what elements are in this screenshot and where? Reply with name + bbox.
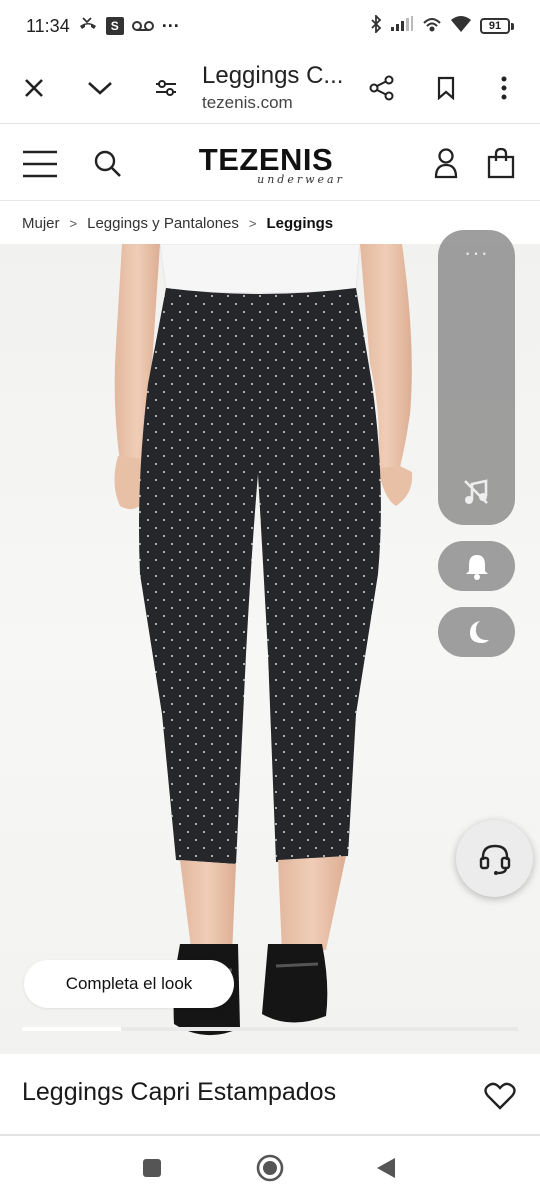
night-mode-button[interactable]: [438, 607, 515, 657]
status-bar: 11:34 S ··· 91: [0, 0, 540, 52]
bluetooth-icon: [370, 13, 382, 38]
account-button[interactable]: [432, 147, 460, 179]
url-block[interactable]: Leggings C... tezenis.com: [192, 62, 356, 113]
breadcrumb: Mujer > Leggings y Pantalones > Leggings: [22, 212, 333, 234]
page-title: Leggings C...: [202, 62, 344, 89]
hotspot-icon: [422, 15, 442, 38]
cart-button[interactable]: [486, 147, 516, 179]
share-button[interactable]: [356, 62, 408, 114]
s-app-icon: S: [105, 17, 124, 35]
home-circle-icon: [256, 1154, 284, 1182]
bookmark-button[interactable]: [420, 62, 472, 114]
moon-icon: [469, 621, 489, 643]
more-dots-icon[interactable]: ···: [438, 242, 515, 264]
breadcrumb-leggings-pantalones[interactable]: Leggings y Pantalones: [87, 215, 239, 232]
hamburger-icon: [23, 150, 57, 178]
breadcrumb-current: Leggings: [266, 214, 334, 232]
headset-icon: [479, 844, 510, 875]
breadcrumb-separator: >: [69, 215, 78, 231]
square-icon: [143, 1159, 161, 1177]
more-vert-icon: [501, 76, 507, 99]
notification-bell-button[interactable]: [438, 541, 515, 591]
tezenis-logo[interactable]: TEZENIS underwear: [186, 142, 346, 186]
home-button[interactable]: [248, 1146, 292, 1190]
wifi-icon: [450, 15, 472, 38]
logo-text: TEZENIS: [198, 142, 334, 177]
menu-button[interactable]: [22, 149, 58, 179]
gallery-progress-fill: [22, 1027, 122, 1031]
floating-tools-panel[interactable]: ···: [438, 230, 515, 525]
close-icon: [25, 78, 43, 97]
domain-text: tezenis.com: [202, 93, 293, 112]
bell-icon: [465, 555, 488, 580]
complete-look-button[interactable]: Completa el look: [24, 960, 234, 1008]
back-triangle-icon: [377, 1158, 395, 1178]
battery-icon: 91: [480, 18, 514, 34]
close-tab-button[interactable]: [8, 62, 60, 114]
recents-button[interactable]: [130, 1146, 174, 1190]
bookmark-icon: [437, 76, 455, 100]
back-button[interactable]: [364, 1146, 408, 1190]
support-chat-button[interactable]: [456, 820, 533, 897]
signal-icon: [390, 15, 414, 37]
heart-icon: [484, 1082, 516, 1110]
missed-call-icon: [78, 16, 98, 37]
share-icon: [369, 75, 394, 100]
user-icon: [434, 148, 458, 179]
more-options-button[interactable]: [478, 62, 530, 114]
gallery-progress: [22, 1027, 518, 1031]
browser-toolbar: Leggings C... tezenis.com: [0, 52, 540, 124]
site-settings-button[interactable]: [140, 62, 192, 114]
tune-icon: [156, 79, 176, 96]
chevron-down-icon: [88, 81, 112, 95]
wishlist-button[interactable]: [482, 1078, 518, 1114]
product-title: Leggings Capri Estampados: [22, 1078, 337, 1106]
music-off-icon[interactable]: [462, 478, 490, 511]
search-icon: [94, 150, 121, 177]
more-dots-icon: ···: [161, 15, 180, 36]
shopping-bag-icon: [487, 147, 515, 179]
status-time: 11:34: [26, 15, 70, 36]
breadcrumb-mujer[interactable]: Mujer: [22, 215, 60, 232]
logo-subtext: underwear: [257, 173, 345, 186]
breadcrumb-separator: >: [248, 215, 257, 231]
minimize-button[interactable]: [74, 62, 126, 114]
voicemail-icon: [131, 16, 154, 37]
battery-level: 91: [480, 18, 510, 34]
search-button[interactable]: [93, 149, 123, 179]
site-header: TEZENIS underwear: [0, 125, 540, 201]
